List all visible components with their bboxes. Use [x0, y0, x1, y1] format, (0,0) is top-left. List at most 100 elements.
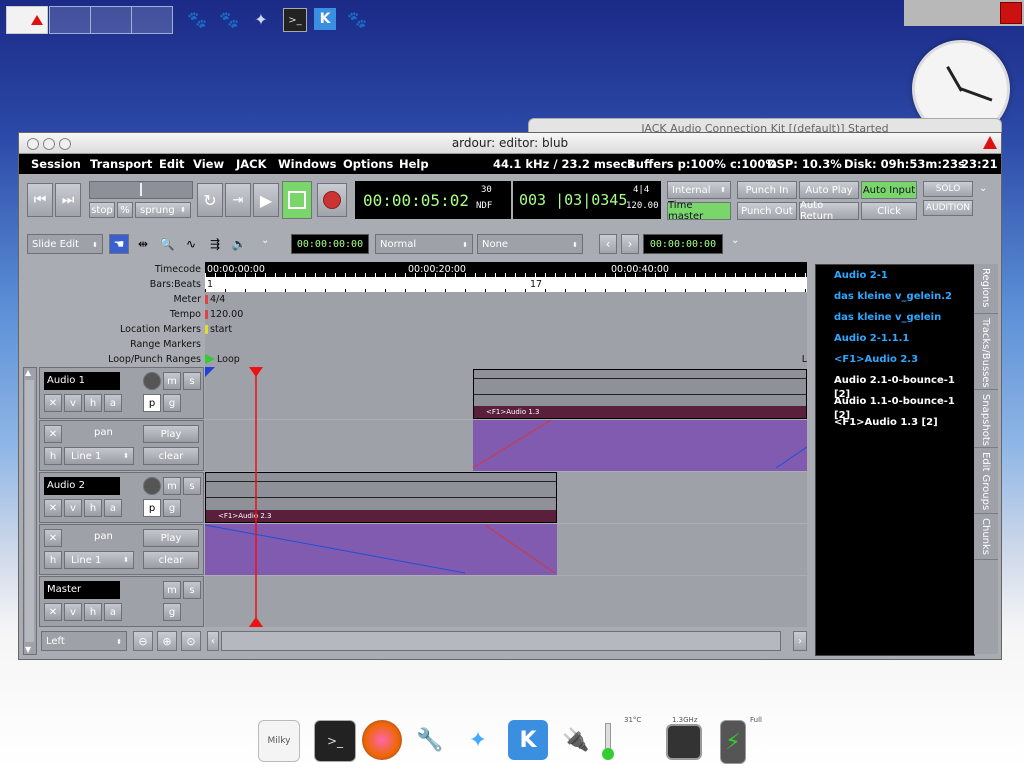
chevron-down-icon[interactable]: ⌄: [979, 183, 987, 194]
auto-return-button[interactable]: Auto Return: [799, 200, 859, 222]
playhead-bottom-icon[interactable]: [249, 617, 263, 627]
solo-button[interactable]: SOLO: [923, 181, 973, 197]
bbt-ruler[interactable]: 1 17: [205, 277, 807, 292]
gimp-icon[interactable]: 🐾: [186, 8, 208, 30]
region-list-item[interactable]: Audio 2-1.1.1: [834, 332, 909, 346]
playhead-top-icon[interactable]: [249, 367, 263, 377]
menu-help[interactable]: Help: [399, 154, 429, 174]
play-range-button[interactable]: ⇥: [225, 183, 251, 217]
loop-button[interactable]: ↻: [197, 183, 223, 217]
audition-button[interactable]: AUDITION: [923, 200, 973, 216]
scroll-left-icon[interactable]: ‹: [207, 631, 219, 651]
zoom-in-icon[interactable]: ⊕: [157, 631, 177, 651]
stop-button[interactable]: [282, 181, 312, 219]
collapse-icon[interactable]: ✕: [44, 425, 62, 443]
track-name-field[interactable]: Audio 2: [44, 477, 120, 495]
gimp-icon[interactable]: 🐾: [218, 8, 240, 30]
location-markers-ruler[interactable]: start: [205, 322, 807, 337]
zoom-session-icon[interactable]: ⊙: [181, 631, 201, 651]
region-list-item[interactable]: Audio 2-1: [834, 269, 888, 283]
solo-button[interactable]: s: [183, 477, 201, 495]
automation-button[interactable]: a: [104, 394, 122, 412]
shuttle-slider[interactable]: [89, 181, 193, 199]
tab-tracks-busses[interactable]: Tracks/Busses: [974, 314, 998, 390]
menu-options[interactable]: Options: [343, 154, 393, 174]
tracks-vscrollbar[interactable]: ▲ ▼: [23, 367, 37, 655]
track-name-field[interactable]: Master: [44, 581, 120, 599]
record-arm-button[interactable]: [143, 477, 161, 495]
loop-punch-ruler[interactable]: Loop L: [205, 352, 807, 367]
milky-trash-icon[interactable]: Milky: [258, 720, 300, 762]
kde-star-icon[interactable]: ✦: [250, 8, 272, 30]
group-button[interactable]: g: [163, 603, 181, 621]
menu-jack[interactable]: JACK: [236, 154, 267, 174]
audition-tool-icon[interactable]: 🔈: [229, 234, 249, 254]
play-button[interactable]: ▶: [253, 183, 279, 217]
grab-tool-icon[interactable]: ☚: [109, 234, 129, 254]
mute-button[interactable]: m: [163, 477, 181, 495]
shuttle-stop-button[interactable]: stop: [89, 202, 115, 218]
close-icon[interactable]: [27, 138, 39, 150]
horizontal-scrollbar[interactable]: [221, 631, 781, 651]
collapse-icon[interactable]: ✕: [44, 394, 62, 412]
auto-input-button[interactable]: Auto Input: [861, 181, 917, 199]
height-button[interactable]: h: [84, 394, 102, 412]
hide-button[interactable]: h: [44, 447, 62, 465]
playlist-button[interactable]: p: [143, 499, 161, 517]
shuttle-style-select[interactable]: sprung ⬍: [135, 202, 191, 218]
tray-icon[interactable]: [1000, 2, 1022, 24]
terminal-icon[interactable]: >_: [283, 8, 307, 32]
height-button[interactable]: h: [84, 499, 102, 517]
edit-point-clock[interactable]: 00:00:00:00: [643, 234, 723, 254]
secondary-clock[interactable]: 003 |03|0345 4|4 120.00: [513, 181, 661, 219]
zoom-focus-select[interactable]: Left ⬍: [41, 631, 127, 651]
settings-tools-icon[interactable]: 🔧: [410, 720, 450, 760]
collapse-icon[interactable]: ✕: [44, 499, 62, 517]
zoom-tool-icon[interactable]: 🔍: [157, 234, 177, 254]
auto-play-button[interactable]: Auto Play: [799, 181, 859, 199]
chevron-down-icon[interactable]: ⌄: [731, 235, 739, 246]
workspace-1[interactable]: [6, 6, 48, 34]
automation-play-button[interactable]: Play: [143, 425, 199, 443]
scroll-up-icon[interactable]: ▲: [25, 368, 31, 377]
sync-source-select[interactable]: Internal ⬍: [667, 181, 731, 199]
timefx-tool-icon[interactable]: ⇶: [205, 234, 225, 254]
chevron-down-icon[interactable]: ⌄: [261, 235, 269, 246]
snap-type-select[interactable]: None ⬍: [477, 234, 583, 254]
tab-regions[interactable]: Regions: [974, 264, 998, 314]
nudge-clock[interactable]: 00:00:00:00: [291, 234, 369, 254]
menu-view[interactable]: View: [193, 154, 224, 174]
zoom-out-icon[interactable]: ⊖: [133, 631, 153, 651]
collapse-icon[interactable]: ✕: [44, 529, 62, 547]
menu-session[interactable]: Session: [31, 154, 81, 174]
automation-button[interactable]: a: [104, 603, 122, 621]
view-button[interactable]: v: [64, 603, 82, 621]
edit-mode-select[interactable]: Slide Edit ⬍: [27, 234, 103, 254]
group-button[interactable]: g: [163, 394, 181, 412]
automation-button[interactable]: a: [104, 499, 122, 517]
hide-button[interactable]: h: [44, 551, 62, 569]
kopete-icon[interactable]: K: [508, 720, 548, 760]
solo-button[interactable]: s: [183, 372, 201, 390]
region-list-item[interactable]: <F1>Audio 1.3 [2]: [834, 416, 938, 430]
goto-end-button[interactable]: ⏭: [55, 183, 81, 217]
record-button[interactable]: [317, 183, 347, 217]
group-button[interactable]: g: [163, 499, 181, 517]
goto-start-button[interactable]: ⏮: [27, 183, 53, 217]
time-master-button[interactable]: Time master: [667, 200, 731, 222]
click-button[interactable]: Click: [861, 202, 917, 220]
automation-play-button[interactable]: Play: [143, 529, 199, 547]
nudge-backward-button[interactable]: ‹: [599, 234, 617, 254]
minimize-icon[interactable]: [43, 138, 55, 150]
tempo-ruler[interactable]: 120.00: [205, 307, 807, 322]
automation-clear-button[interactable]: clear: [143, 551, 199, 569]
playlist-button[interactable]: p: [143, 394, 161, 412]
region-list-item[interactable]: <F1>Audio 2.3: [834, 353, 918, 367]
tab-chunks[interactable]: Chunks: [974, 514, 998, 560]
menu-transport[interactable]: Transport: [90, 154, 152, 174]
timecode-ruler[interactable]: 00:00:00:00 00:00:20:00 00:00:40:00: [205, 262, 807, 277]
workspace-2[interactable]: [49, 6, 91, 34]
automation-line-select[interactable]: Line 1 ⬍: [64, 551, 134, 569]
height-button[interactable]: h: [84, 603, 102, 621]
menu-windows[interactable]: Windows: [278, 154, 336, 174]
